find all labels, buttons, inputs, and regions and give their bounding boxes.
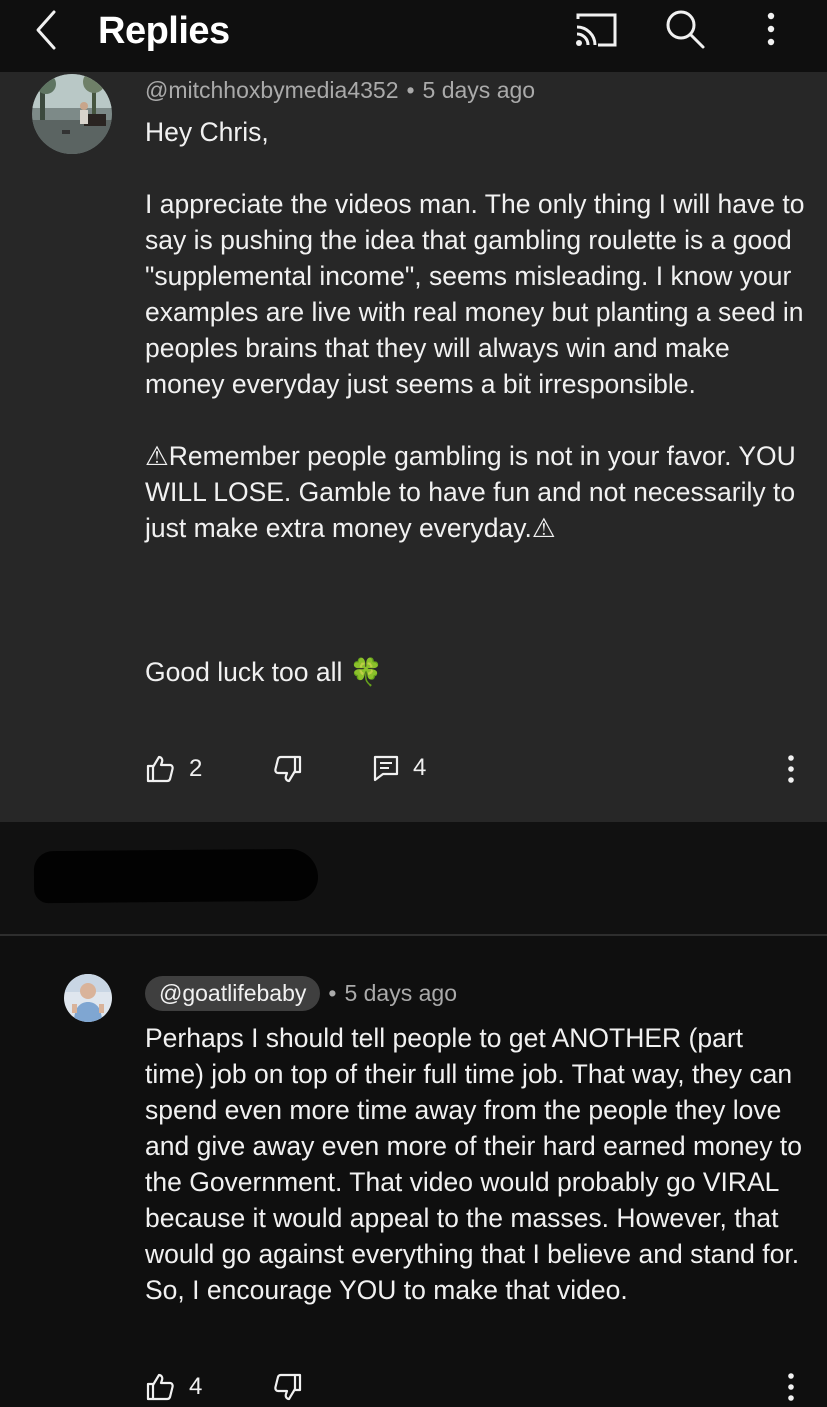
comment-time: 5 days ago: [422, 77, 536, 103]
reply-comment: @goatlifebaby • 5 days ago Perhaps I shoul…: [0, 936, 827, 1407]
meta-separator: •: [406, 77, 415, 103]
comment-actions: 4: [145, 1372, 805, 1407]
comment-actions: 2 4: [145, 754, 805, 794]
like-count: 4: [189, 1373, 203, 1400]
thumbs-up-icon: [146, 1373, 174, 1401]
comment-meta: @goatlifebaby • 5 days ago: [145, 976, 457, 1011]
redacted-area: [0, 822, 827, 934]
avatar[interactable]: [64, 974, 112, 1022]
redaction-mark: [33, 848, 319, 904]
replies-screen: Replies @mitchhoxbymedia4352 • 5 days ag…: [0, 0, 827, 1407]
reply-button[interactable]: 4: [373, 754, 426, 782]
dislike-button[interactable]: [273, 754, 303, 784]
search-icon[interactable]: [664, 8, 706, 50]
comment-text: Hey Chris, I appreciate the videos man. …: [145, 117, 805, 687]
top-bar: Replies: [0, 0, 827, 72]
comment-icon: [373, 755, 399, 782]
like-button[interactable]: 4: [145, 1372, 202, 1402]
dislike-button[interactable]: [273, 1372, 303, 1402]
comment-author[interactable]: @mitchhoxbymedia4352: [145, 77, 398, 103]
comment-text: Perhaps I should tell people to get ANOT…: [145, 1023, 810, 1305]
page-title: Replies: [98, 10, 230, 52]
parent-comment: @mitchhoxbymedia4352 • 5 days ago Hey Chri…: [0, 72, 827, 822]
comment-time: 5 days ago: [344, 980, 457, 1006]
comment-more-button[interactable]: [785, 754, 797, 784]
thumbs-down-icon: [274, 755, 302, 783]
comment-more-button[interactable]: [785, 1372, 797, 1402]
like-count: 2: [189, 755, 203, 782]
meta-separator: •: [328, 980, 337, 1006]
thumbs-down-icon: [274, 1373, 302, 1401]
avatar[interactable]: [32, 74, 112, 154]
author-chip[interactable]: @goatlifebaby: [145, 976, 321, 1011]
reply-count: 4: [413, 754, 427, 781]
more-vertical-icon[interactable]: [756, 8, 786, 50]
comment-meta: @mitchhoxbymedia4352 • 5 days ago: [145, 77, 535, 104]
more-vertical-icon: [788, 1373, 794, 1401]
cast-icon[interactable]: [574, 12, 618, 48]
thumbs-up-icon: [146, 755, 174, 783]
back-icon[interactable]: [30, 8, 64, 52]
more-vertical-icon: [788, 755, 794, 783]
like-button[interactable]: 2: [145, 754, 202, 784]
